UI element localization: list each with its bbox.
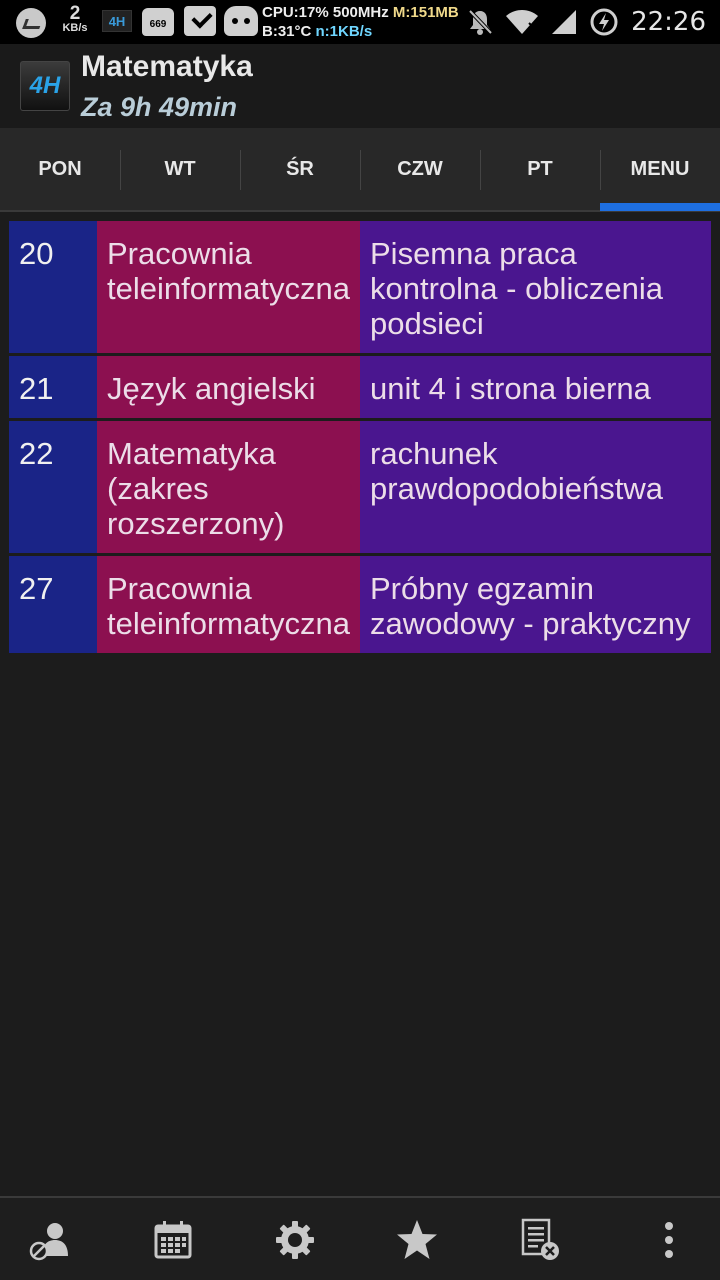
temperature-readout: B:31°C	[262, 23, 312, 40]
tab-pt[interactable]: PT	[480, 128, 600, 210]
clock: 22:26	[631, 7, 706, 37]
network-readout: n:1KB/s	[315, 23, 373, 40]
bottom-toolbar	[0, 1196, 720, 1280]
cell-signal-icon	[551, 9, 577, 35]
app-logo[interactable]: 4H	[20, 61, 70, 111]
subject-cell: Pracownia teleinformatyczna	[97, 556, 360, 653]
page-title: Matematyka	[81, 50, 253, 83]
star-icon[interactable]	[395, 1218, 439, 1262]
description-cell: Próbny egzamin zawodowy - praktyczny	[360, 556, 711, 653]
speed-value: 2	[69, 3, 81, 24]
table-row[interactable]: 20 Pracownia teleinformatyczna Pisemna p…	[9, 221, 711, 356]
day-cell: 21	[9, 356, 97, 418]
settings-gear-icon[interactable]	[273, 1218, 317, 1262]
robot-icon	[224, 6, 258, 36]
memory-readout: M:151MB	[392, 4, 459, 21]
messenger-icon	[16, 8, 46, 38]
description-cell: Pisemna praca kontrolna - obliczenia pod…	[360, 221, 711, 353]
tab-menu[interactable]: MENU	[600, 128, 720, 211]
subject-cell: Język angielski	[97, 356, 360, 418]
battery-charging-icon	[589, 7, 619, 37]
tab-wt[interactable]: WT	[120, 128, 240, 210]
list-remove-icon[interactable]	[518, 1218, 562, 1262]
muted-notifications-icon	[467, 8, 493, 36]
wifi-icon	[505, 9, 539, 35]
tab-czw[interactable]: CZW	[360, 128, 480, 210]
profile-blocked-icon[interactable]	[28, 1218, 72, 1262]
table-row[interactable]: 27 Pracownia teleinformatyczna Próbny eg…	[9, 556, 711, 656]
tab-sr[interactable]: ŚR	[240, 128, 360, 210]
subject-cell: Matematyka (zakres rozszerzony)	[97, 421, 360, 553]
day-cell: 20	[9, 221, 97, 353]
system-monitor: CPU:17% 500MHz M:151MB B:31°C n:1KB/s	[262, 3, 459, 41]
notification-badge-icon: 669	[142, 8, 174, 36]
day-cell: 27	[9, 556, 97, 653]
speed-unit: KB/s	[62, 22, 88, 34]
overflow-menu-icon[interactable]	[647, 1218, 691, 1262]
task-done-icon	[184, 6, 216, 36]
day-tabs: PON WT ŚR CZW PT MENU	[0, 128, 720, 212]
status-bar: 2 KB/s 4H 669 CPU:17% 500MHz M:151MB B:3…	[0, 0, 720, 44]
cpu-readout: CPU:17% 500MHz	[262, 4, 389, 21]
network-speed-indicator: 2 KB/s	[58, 4, 92, 34]
action-bar: 4H Matematyka Za 9h 49min	[0, 44, 720, 128]
page-subtitle: Za 9h 49min	[81, 92, 238, 122]
events-table: 20 Pracownia teleinformatyczna Pisemna p…	[9, 221, 711, 656]
table-row[interactable]: 21 Język angielski unit 4 i strona biern…	[9, 356, 711, 421]
tab-pon[interactable]: PON	[0, 128, 120, 210]
description-cell: unit 4 i strona bierna	[360, 356, 711, 418]
subject-cell: Pracownia teleinformatyczna	[97, 221, 360, 353]
table-row[interactable]: 22 Matematyka (zakres rozszerzony) rachu…	[9, 421, 711, 556]
calendar-icon[interactable]	[151, 1218, 195, 1262]
app-notification-icon: 4H	[102, 10, 132, 32]
description-cell: rachunek prawdopodobieństwa	[360, 421, 711, 553]
day-cell: 22	[9, 421, 97, 553]
